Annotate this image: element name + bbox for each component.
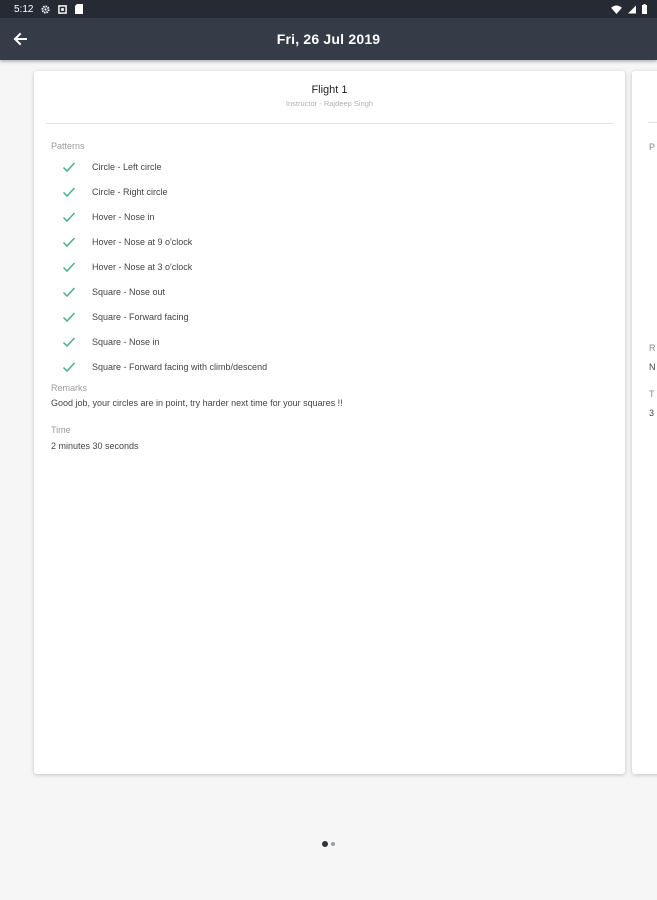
flight-card[interactable]: Flight 1 Instructor - Rajdeep Singh Patt…: [34, 71, 625, 774]
page-dot-active[interactable]: [322, 841, 328, 847]
status-bar: 5:12: [0, 0, 657, 18]
pattern-item: Square - Nose out: [34, 279, 625, 304]
status-right: [611, 4, 647, 14]
pattern-label: Square - Nose out: [92, 286, 166, 297]
pattern-label: Square - Forward facing: [92, 311, 189, 322]
pattern-item: Square - Nose in: [34, 329, 625, 354]
check-icon: [62, 235, 76, 249]
pattern-label: Square - Forward facing with climb/desce…: [92, 361, 268, 372]
check-icon: [62, 160, 76, 174]
check-icon: [62, 310, 76, 324]
pattern-item: Circle - Right circle: [34, 179, 625, 204]
peek-time-label: T: [649, 389, 655, 399]
pattern-item: Hover - Nose at 3 o'clock: [34, 254, 625, 279]
status-time: 5:12: [14, 3, 34, 15]
pattern-label: Hover - Nose in: [92, 211, 155, 222]
peek-remarks-text: N: [649, 362, 656, 372]
instructor-subtitle: Instructor - Rajdeep Singh: [285, 99, 374, 108]
page-dot-inactive[interactable]: [331, 842, 335, 846]
pattern-label: Hover - Nose at 9 o'clock: [92, 236, 193, 247]
pattern-list: Circle - Left circle Circle - Right circl…: [34, 154, 625, 379]
remarks-label: Remarks: [51, 383, 88, 393]
header-divider: [46, 123, 613, 124]
card-header: Flight 1 Instructor - Rajdeep Singh: [34, 71, 625, 123]
pattern-label: Hover - Nose at 3 o'clock: [92, 261, 193, 272]
pattern-item: Square - Forward facing: [34, 304, 625, 329]
pattern-item: Hover - Nose in: [34, 204, 625, 229]
peek-remarks-label: R: [649, 343, 656, 353]
pattern-label: Circle - Right circle: [92, 186, 168, 197]
time-label: Time: [51, 425, 71, 435]
pattern-label: Square - Nose in: [92, 336, 160, 347]
check-icon: [62, 360, 76, 374]
peek-divider: [648, 122, 657, 123]
check-icon: [62, 210, 76, 224]
app-bar: Fri, 26 Jul 2019: [0, 18, 657, 60]
peek-time-text: 3: [649, 408, 655, 418]
pattern-label: Circle - Left circle: [92, 161, 162, 172]
battery-icon: [642, 4, 647, 14]
patterns-label: Patterns: [51, 141, 85, 151]
back-button[interactable]: [6, 25, 34, 53]
page-indicator: [0, 839, 657, 849]
pattern-item: Square - Forward facing with climb/desce…: [34, 354, 625, 379]
wifi-icon: [611, 4, 622, 14]
next-flight-card[interactable]: P R N T 3: [632, 71, 657, 774]
signal-icon: [628, 5, 636, 14]
page-title: Fri, 26 Jul 2019: [276, 31, 381, 47]
time-text: 2 minutes 30 seconds: [51, 441, 139, 451]
flight-title: Flight 1: [311, 84, 348, 96]
sd-card-icon: [75, 4, 84, 14]
peek-patterns-label: P: [649, 142, 656, 152]
check-icon: [62, 260, 76, 274]
arrow-left-icon: [13, 32, 27, 46]
pattern-item: Hover - Nose at 9 o'clock: [34, 229, 625, 254]
check-icon: [62, 335, 76, 349]
status-left: 5:12: [14, 3, 84, 15]
check-icon: [62, 285, 76, 299]
check-icon: [62, 185, 76, 199]
square-icon: [58, 4, 68, 14]
pattern-item: Circle - Left circle: [34, 154, 625, 179]
remarks-text: Good job, your circles are in point, try…: [51, 398, 343, 408]
gear-icon: [41, 4, 51, 14]
